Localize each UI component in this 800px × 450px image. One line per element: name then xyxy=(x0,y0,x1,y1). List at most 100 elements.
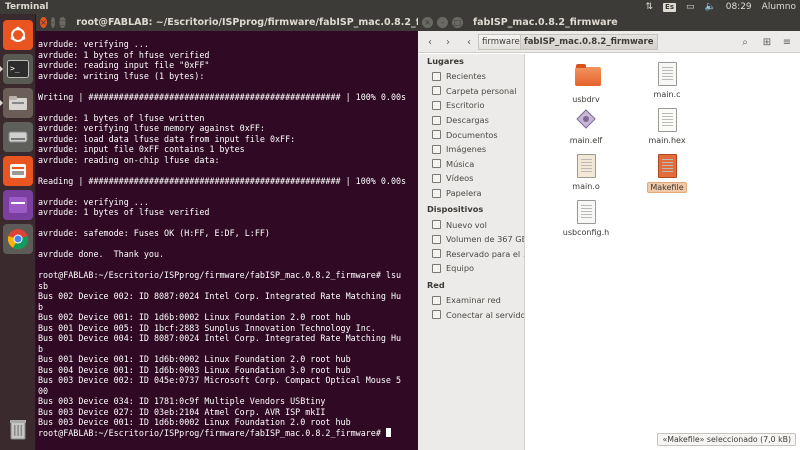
terminal-output[interactable]: avrdude: verifying ... avrdude: 1 bytes o… xyxy=(36,39,418,450)
menu-icon[interactable]: ≡ xyxy=(780,35,794,49)
sidebar-item-pictures[interactable]: Imágenes xyxy=(418,142,524,157)
text-cursor xyxy=(385,427,391,437)
terminal-line: avrdude: writing lfuse (1 bytes): xyxy=(38,70,205,81)
breadcrumb-firmware[interactable]: firmware xyxy=(478,34,524,50)
c-source-icon xyxy=(656,62,678,88)
file-item-main-elf[interactable]: main.elf xyxy=(556,108,616,145)
minimize-button[interactable]: – xyxy=(437,17,448,28)
close-button[interactable]: × xyxy=(422,17,433,28)
back-button[interactable]: ‹ xyxy=(422,35,438,49)
clock[interactable]: 08:29 xyxy=(726,2,752,12)
svg-text:>_: >_ xyxy=(10,64,20,73)
chrome-icon[interactable] xyxy=(3,224,33,254)
devices-header: Dispositivos xyxy=(427,204,484,215)
sidebar-item-home[interactable]: Carpeta personal xyxy=(418,84,524,99)
battery-icon[interactable]: ▭ xyxy=(686,2,695,12)
places-header: Lugares xyxy=(427,56,464,66)
file-item-usbconfig-h[interactable]: usbconfig.h xyxy=(556,200,616,237)
file-manager-window[interactable]: × – □ fabISP_mac.0.8.2_firmware ‹ › ‹ fi… xyxy=(418,14,800,450)
terminal-line: Bus 004 Device 001: ID 1d6b:0003 Linux F… xyxy=(38,364,351,375)
maximize-button[interactable]: □ xyxy=(452,17,463,28)
terminal-line: avrdude: reading on-chip lfuse data: xyxy=(38,154,220,165)
folder-icon xyxy=(575,64,601,93)
close-button[interactable]: × xyxy=(40,17,47,28)
top-panel: Terminal ⇅ Es ▭ 🔈 08:29 Alumno xyxy=(0,0,800,14)
picture-icon xyxy=(432,144,441,154)
sidebar-item-equipo[interactable]: Equipo xyxy=(418,261,524,276)
clock-icon xyxy=(432,71,441,81)
terminal-line: Bus 003 Device 034: ID 1781:0c9f Multipl… xyxy=(38,396,326,406)
sidebar-item-reservado[interactable]: Reservado para el ... xyxy=(418,247,524,262)
terminal-line: avrdude: verifying ... xyxy=(38,39,149,49)
keyboard-layout-indicator[interactable]: Es xyxy=(663,2,676,12)
sidebar-item-browse-network[interactable]: Examinar red xyxy=(418,293,524,308)
network-icon xyxy=(432,310,441,320)
user-menu[interactable]: Alumno xyxy=(762,2,796,12)
terminal-titlebar[interactable]: × – □ root@FABLAB: ~/Escritorio/ISPprog/… xyxy=(36,14,464,31)
sidebar-item-desktop[interactable]: Escritorio xyxy=(418,98,524,113)
terminal-title: root@FABLAB: ~/Escritorio/ISPprog/firmwa… xyxy=(76,17,464,28)
running-indicator xyxy=(0,100,3,106)
terminal-line: avrdude: input file 0xFF contains 1 byte… xyxy=(38,144,245,154)
trash-icon xyxy=(432,188,441,198)
terminal-prompt-line[interactable]: root@FABLAB:~/Escritorio/ISPprog/firmwar… xyxy=(38,427,418,439)
terminal-window[interactable]: × – □ root@FABLAB: ~/Escritorio/ISPprog/… xyxy=(36,14,464,450)
terminal-prompt: root@FABLAB:~/Escritorio/ISPprog/firmwar… xyxy=(38,427,386,438)
maximize-button[interactable]: □ xyxy=(58,17,67,28)
terminal-line: root@FABLAB:~/Escritorio/ISPprog/firmwar… xyxy=(38,270,402,280)
sidebar-item-trash[interactable]: Papelera xyxy=(418,186,524,201)
drive2-icon[interactable] xyxy=(3,156,33,186)
file-manager-titlebar[interactable]: × – □ fabISP_mac.0.8.2_firmware xyxy=(418,14,800,31)
trash-icon[interactable] xyxy=(3,414,33,444)
terminal-line: Writing | ##############################… xyxy=(38,91,407,102)
terminal-line: avrdude: 1 bytes of lfuse verified xyxy=(38,207,210,217)
launcher: >_ xyxy=(0,14,36,450)
sidebar-item-documents[interactable]: Documentos xyxy=(418,127,524,142)
sidebar-item-nuevo-vol[interactable]: Nuevo vol xyxy=(418,217,524,232)
file-item-usbdrv[interactable]: usbdrv xyxy=(556,62,616,104)
sidebar-item-recientes[interactable]: Recientes xyxy=(418,69,524,84)
sidebar-item-videos[interactable]: Vídeos xyxy=(418,171,524,186)
breadcrumb-left-icon[interactable]: ‹ xyxy=(462,35,476,49)
download-icon xyxy=(432,115,441,125)
video-icon xyxy=(432,173,441,183)
forward-button[interactable]: › xyxy=(440,35,456,49)
breadcrumb-current[interactable]: fabISP_mac.0.8.2_firmware xyxy=(520,34,658,50)
network-header: Red xyxy=(427,279,445,290)
sidebar-item-downloads[interactable]: Descargas xyxy=(418,113,524,128)
drive-icon xyxy=(432,234,441,244)
sidebar-item-connect-server[interactable]: Conectar al servidor xyxy=(418,307,524,322)
workspace-icon[interactable] xyxy=(3,190,33,220)
terminal-line: avrdude: 1 bytes of hfuse verified xyxy=(38,49,210,60)
sort-icon[interactable]: ⇅ xyxy=(645,2,653,12)
file-item-main-hex[interactable]: main.hex xyxy=(637,108,697,145)
terminal-line: Bus 001 Device 004: ID 8087:0024 Intel C… xyxy=(38,333,402,343)
file-view[interactable]: usbdrv main.c main.elf main.hex main.o M… xyxy=(526,54,800,434)
object-file-icon xyxy=(575,154,597,180)
files-icon[interactable] xyxy=(0,88,33,118)
terminal-icon[interactable]: >_ xyxy=(0,54,33,84)
drive-icon[interactable] xyxy=(3,122,33,152)
sidebar-item-volumen[interactable]: Volumen de 367 GB xyxy=(418,232,524,247)
file-item-main-c[interactable]: main.c xyxy=(637,62,697,99)
computer-icon xyxy=(432,263,441,273)
makefile-icon xyxy=(656,154,678,180)
grid-view-icon[interactable]: ⊞ xyxy=(760,35,774,49)
drive-icon xyxy=(432,220,441,230)
terminal-line: Bus 003 Device 002: ID 045e:0737 Microso… xyxy=(38,375,402,385)
sidebar-item-music[interactable]: Música xyxy=(418,157,524,172)
minimize-button[interactable]: – xyxy=(50,17,55,28)
desktop-icon xyxy=(432,100,441,110)
system-tray: ⇅ Es ▭ 🔈 08:29 Alumno xyxy=(645,0,796,14)
terminal-line: avrdude done. Thank you. xyxy=(38,249,165,259)
terminal-line: avrdude: safemode: Fuses OK (H:FF, E:DF,… xyxy=(38,228,270,238)
ubuntu-dash-icon[interactable] xyxy=(3,20,33,50)
volume-icon[interactable]: 🔈 xyxy=(705,2,716,12)
search-icon[interactable]: ⌕ xyxy=(738,35,752,49)
file-item-main-o[interactable]: main.o xyxy=(556,154,616,191)
file-item-makefile[interactable]: Makefile xyxy=(637,154,697,193)
terminal-line: avrdude: 1 bytes of lfuse written xyxy=(38,112,205,123)
